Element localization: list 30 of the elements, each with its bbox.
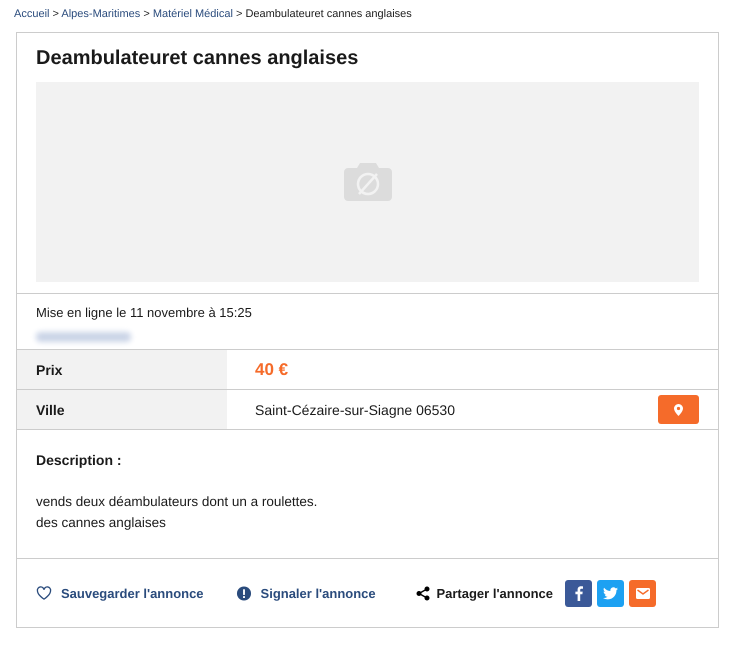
detail-label: Ville bbox=[17, 390, 227, 429]
share-icon bbox=[416, 586, 430, 601]
breadcrumb-separator: > bbox=[142, 8, 151, 20]
breadcrumb-link[interactable]: Alpes-Maritimes bbox=[61, 8, 140, 20]
envelope-icon bbox=[636, 588, 650, 599]
breadcrumb-link[interactable]: Matériel Médical bbox=[152, 8, 233, 20]
breadcrumb-current: Deambulateuret cannes anglaises bbox=[245, 8, 412, 20]
report-link[interactable]: Signaler l'annonce bbox=[236, 586, 376, 601]
save-link[interactable]: Sauvegarder l'annonce bbox=[36, 586, 204, 601]
social-share-button[interactable] bbox=[597, 580, 624, 607]
social-share-button[interactable] bbox=[565, 580, 592, 607]
city-value: Saint-Cézaire-sur-Siagne 06530 bbox=[254, 402, 456, 418]
heart-icon bbox=[36, 586, 52, 601]
bird-icon bbox=[603, 587, 618, 600]
map-button[interactable] bbox=[658, 395, 699, 424]
facebook-icon bbox=[574, 586, 582, 601]
listing-title: Deambulateuret cannes anglaises bbox=[35, 46, 360, 71]
email-share-button[interactable] bbox=[629, 580, 656, 607]
map-pin-icon bbox=[674, 404, 683, 416]
description-text: des cannes anglaises bbox=[36, 515, 167, 530]
breadcrumb-separator: > bbox=[234, 8, 244, 20]
breadcrumb-separator: > bbox=[52, 8, 60, 20]
alert-icon bbox=[236, 586, 252, 601]
breadcrumb-link[interactable]: Accueil bbox=[14, 8, 50, 20]
detail-label: Prix bbox=[17, 350, 227, 389]
description-heading: Description : bbox=[36, 452, 123, 468]
posted-date: Mise en ligne le 11 novembre à 15:25 bbox=[36, 305, 253, 320]
description-text: vends deux déambulateurs dont un a roulettes. bbox=[36, 494, 318, 509]
share-label: Partager l'annonce bbox=[436, 586, 553, 601]
price-value: 40 € bbox=[254, 360, 290, 380]
